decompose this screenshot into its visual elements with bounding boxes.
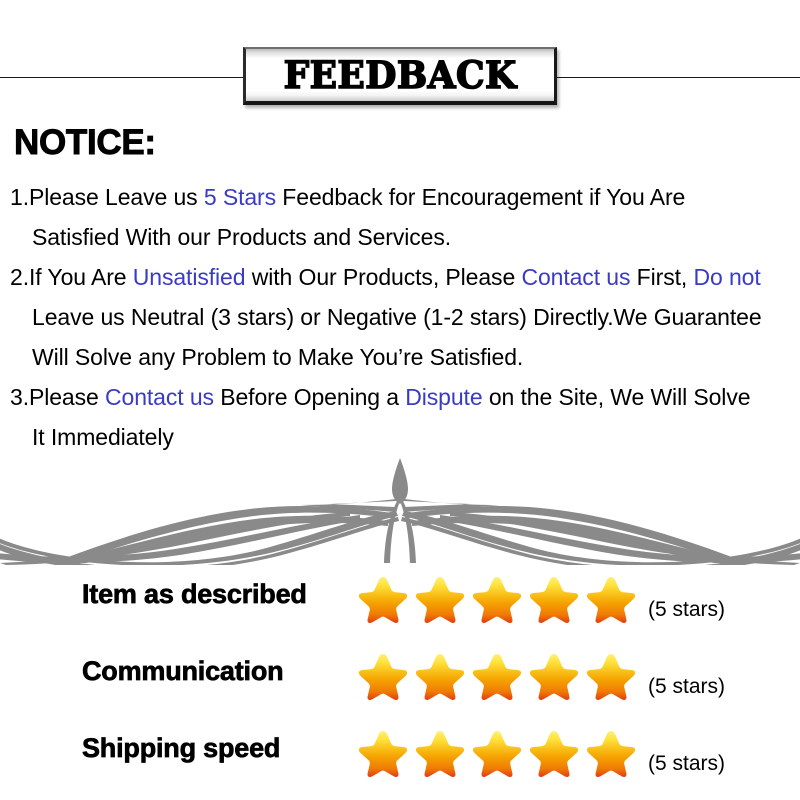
notice-text: with Our Products, Please: [245, 264, 522, 290]
rating-row: Communication (5 stars): [0, 642, 800, 712]
star-icon: [529, 731, 579, 777]
notice-highlight: Do not: [693, 264, 761, 290]
notice-line: Satisfied With our Products and Services…: [32, 226, 451, 249]
star-icon: [586, 577, 636, 623]
star-icon: [358, 577, 408, 623]
notice-text: 3.Please: [10, 384, 105, 410]
notice-highlight: Unsatisfied: [132, 264, 246, 290]
star-count-note: (5 stars): [648, 598, 726, 621]
star-icon: [358, 731, 408, 777]
star-count-note: (5 stars): [648, 752, 726, 775]
star-icon: [415, 654, 465, 700]
notice-highlight: Contact us: [521, 264, 631, 290]
star-icon: [472, 731, 522, 777]
star-icon: [529, 654, 579, 700]
star-rating[interactable]: [358, 652, 636, 702]
header-rule-right: [556, 77, 800, 78]
feedback-header-banner: FEEDBACK: [0, 0, 800, 112]
notice-line: 2.If You Are Unsatisfied with Our Produc…: [10, 266, 761, 289]
star-count-note: (5 stars): [648, 675, 726, 698]
star-icon: [529, 577, 579, 623]
rating-row: Item as described (5 stars): [0, 565, 800, 635]
notice-text: Satisfied With our Products and Services…: [32, 224, 452, 250]
notice-line: Leave us Neutral (3 stars) or Negative (…: [32, 306, 762, 329]
notice-highlight: Contact us: [105, 384, 214, 410]
notice-text: It Immediately: [32, 424, 174, 450]
notice-heading: NOTICE:: [14, 123, 157, 163]
notice-line: 3.Please Contact us Before Opening a Dis…: [10, 384, 751, 410]
rating-label: Shipping speed: [82, 733, 281, 764]
star-icon: [472, 577, 522, 623]
rating-row: Shipping speed (5 stars): [0, 719, 800, 789]
ornament-divider: [0, 455, 800, 565]
feedback-title-box: FEEDBACK: [243, 47, 557, 105]
notice-text: First,: [630, 264, 694, 290]
notice-line: It Immediately: [32, 426, 174, 449]
rating-label: Communication: [82, 656, 284, 687]
page-title: FEEDBACK: [283, 52, 517, 98]
header-rule-left: [0, 77, 244, 78]
notice-text: 1.Please Leave us: [10, 184, 204, 210]
star-rating[interactable]: [358, 729, 636, 779]
notice-text: Feedback for Encouragement if You Are: [276, 184, 686, 210]
notice-text: Before Opening a: [213, 384, 406, 410]
star-icon: [472, 654, 522, 700]
star-icon: [358, 654, 408, 700]
star-icon: [586, 654, 636, 700]
notice-text: Leave us Neutral (3 stars) or Negative (…: [32, 304, 762, 330]
star-icon: [586, 731, 636, 777]
notice-highlight: Dispute: [405, 384, 483, 410]
notice-highlight: 5 Stars: [203, 184, 277, 210]
star-icon: [415, 577, 465, 623]
notice-text: Will Solve any Problem to Make You’re Sa…: [32, 344, 524, 370]
notice-text: on the Site, We Will Solve: [482, 384, 751, 410]
ornamental-flourish-icon: [0, 458, 800, 565]
notice-text: 2.If You Are: [10, 264, 133, 290]
star-icon: [415, 731, 465, 777]
star-rating[interactable]: [358, 575, 636, 625]
rating-label: Item as described: [82, 579, 308, 610]
notice-line: Will Solve any Problem to Make You’re Sa…: [32, 346, 523, 369]
notice-line: 1.Please Leave us 5 Stars Feedback for E…: [10, 186, 685, 209]
